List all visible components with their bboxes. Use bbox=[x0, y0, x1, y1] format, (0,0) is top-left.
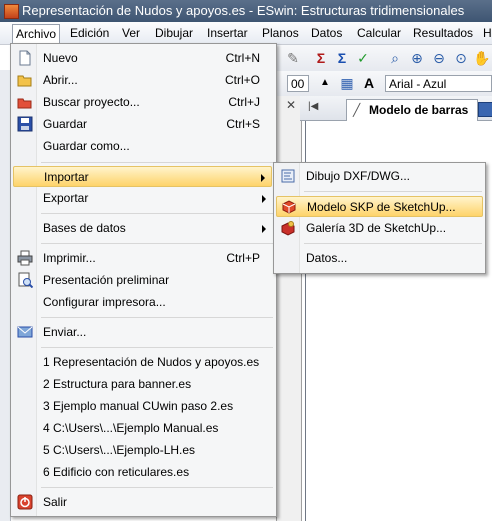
menu-item-presentacion-preliminar[interactable]: Presentación preliminar bbox=[13, 270, 272, 291]
pencil-icon: ╱ bbox=[353, 103, 361, 117]
printer-icon bbox=[17, 250, 33, 266]
text-style-icon[interactable]: A bbox=[361, 75, 377, 91]
check-icon[interactable]: ✓ bbox=[355, 50, 371, 66]
menu-item-recent-5[interactable]: 5 C:\Users\...\Ejemplo-LH.es bbox=[13, 440, 272, 461]
tab-scroll-left-icon[interactable]: |◀ bbox=[308, 101, 318, 112]
side-panel: ✕ bbox=[276, 96, 302, 521]
submenu-item-modelo-skp[interactable]: Modelo SKP de SketchUp... bbox=[276, 196, 483, 217]
submenu-item-datos[interactable]: Datos... bbox=[276, 248, 483, 269]
menu-separator bbox=[41, 213, 273, 214]
spinner-icon[interactable]: ▲ bbox=[317, 75, 333, 91]
menu-item-guardar-como[interactable]: Guardar como... bbox=[13, 136, 272, 157]
menu-ver[interactable]: Ver bbox=[122, 25, 140, 41]
send-icon bbox=[17, 326, 33, 338]
app-icon bbox=[4, 4, 19, 19]
menu-item-recent-1[interactable]: 1 Representación de Nudos y apoyos.es bbox=[13, 352, 272, 373]
print-preview-icon bbox=[18, 272, 33, 288]
submenu-arrow-icon bbox=[262, 195, 266, 203]
menu-dibujar[interactable]: Dibujar bbox=[155, 25, 193, 41]
pan-hand-icon[interactable]: ✋ bbox=[473, 50, 490, 66]
submenu-separator bbox=[304, 243, 482, 244]
zoom-icon[interactable]: ⌕ bbox=[387, 50, 403, 66]
exit-icon bbox=[17, 494, 33, 510]
submenu-separator bbox=[304, 191, 482, 192]
menu-resultados[interactable]: Resultados bbox=[413, 25, 473, 41]
menu-planos[interactable]: Planos bbox=[262, 25, 299, 41]
new-document-icon bbox=[19, 50, 31, 66]
save-icon bbox=[17, 116, 33, 132]
number-combo[interactable]: 00 bbox=[287, 75, 309, 92]
menu-item-bases-de-datos[interactable]: Bases de datos bbox=[13, 218, 272, 239]
zoom-in-icon[interactable]: ⊕ bbox=[409, 50, 425, 66]
menu-separator bbox=[41, 162, 273, 163]
menu-calcular[interactable]: Calcular bbox=[357, 25, 401, 41]
panel-close-icon[interactable]: ✕ bbox=[286, 98, 296, 112]
menu-separator bbox=[41, 317, 273, 318]
title-bar: Representación de Nudos y apoyos.es - ES… bbox=[0, 0, 492, 22]
menu-item-recent-6[interactable]: 6 Edificio con reticulares.es bbox=[13, 462, 272, 483]
submenu-arrow-icon bbox=[262, 225, 266, 233]
menu-separator bbox=[41, 347, 273, 348]
menu-help[interactable]: H bbox=[483, 25, 492, 41]
menu-item-exportar[interactable]: Exportar bbox=[13, 188, 272, 209]
archivo-menu: Nuevo Ctrl+N Abrir... Ctrl+O Buscar proy… bbox=[10, 43, 277, 517]
zoom-out-icon[interactable]: ⊖ bbox=[431, 50, 447, 66]
document-tab-bar: |◀ ╱ Modelo de barras bbox=[300, 96, 492, 121]
menu-item-salir[interactable]: Salir bbox=[13, 492, 272, 513]
menu-item-nuevo[interactable]: Nuevo Ctrl+N bbox=[13, 48, 272, 69]
calendar-icon[interactable]: ▦ bbox=[339, 75, 355, 91]
sketchup-gallery-icon bbox=[281, 221, 295, 236]
menu-datos[interactable]: Datos bbox=[311, 25, 342, 41]
sum-check-icon[interactable]: Σ bbox=[334, 50, 350, 66]
menu-bar: Archivo Edición Ver Dibujar Insertar Pla… bbox=[0, 22, 492, 45]
open-folder-icon bbox=[17, 75, 32, 87]
menu-archivo[interactable]: Archivo bbox=[12, 24, 61, 44]
tab-label: Modelo de barras bbox=[369, 103, 469, 117]
menu-item-imprimir[interactable]: Imprimir... Ctrl+P bbox=[13, 248, 272, 269]
menu-item-recent-2[interactable]: 2 Estructura para banner.es bbox=[13, 374, 272, 395]
window-title: Representación de Nudos y apoyos.es - ES… bbox=[22, 3, 465, 18]
menu-item-abrir[interactable]: Abrir... Ctrl+O bbox=[13, 70, 272, 91]
submenu-item-galeria-3d[interactable]: Galería 3D de SketchUp... bbox=[276, 218, 483, 239]
menu-edicion[interactable]: Edición bbox=[70, 25, 109, 41]
menu-insertar[interactable]: Insertar bbox=[207, 25, 248, 41]
dxf-icon bbox=[281, 169, 295, 183]
menu-item-enviar[interactable]: Enviar... bbox=[13, 322, 272, 343]
tab-modelo-de-barras[interactable]: ╱ Modelo de barras bbox=[346, 99, 478, 121]
importar-submenu: Dibujo DXF/DWG... Modelo SKP de SketchUp… bbox=[273, 162, 486, 274]
menu-item-buscar-proyecto[interactable]: Buscar proyecto... Ctrl+J bbox=[13, 92, 272, 113]
menu-item-recent-3[interactable]: 3 Ejemplo manual CUwin paso 2.es bbox=[13, 396, 272, 417]
zoom-window-icon[interactable]: ⊙ bbox=[453, 50, 469, 66]
brush-icon[interactable]: ✎ bbox=[285, 50, 301, 66]
tab-icon[interactable] bbox=[478, 102, 492, 117]
menu-separator bbox=[41, 243, 273, 244]
search-folder-icon bbox=[17, 98, 32, 109]
sum-icon[interactable]: Σ bbox=[313, 50, 329, 66]
toolbar-standard: ✎ Σ Σ ✓ ⌕ ⊕ ⊖ ⊙ ✋ bbox=[275, 45, 492, 71]
submenu-arrow-icon bbox=[261, 174, 265, 182]
menu-separator bbox=[41, 487, 273, 488]
toolbar-format: 00 ▲ ▦ A Arial - Azul bbox=[275, 71, 492, 96]
font-combo[interactable]: Arial - Azul bbox=[385, 75, 492, 92]
menu-item-importar[interactable]: Importar bbox=[13, 166, 272, 187]
submenu-item-dibujo-dxf[interactable]: Dibujo DXF/DWG... bbox=[276, 166, 483, 187]
sketchup-icon bbox=[282, 200, 296, 214]
menu-item-guardar[interactable]: Guardar Ctrl+S bbox=[13, 114, 272, 135]
menu-item-recent-4[interactable]: 4 C:\Users\...\Ejemplo Manual.es bbox=[13, 418, 272, 439]
menu-item-configurar-impresora[interactable]: Configurar impresora... bbox=[13, 292, 272, 313]
